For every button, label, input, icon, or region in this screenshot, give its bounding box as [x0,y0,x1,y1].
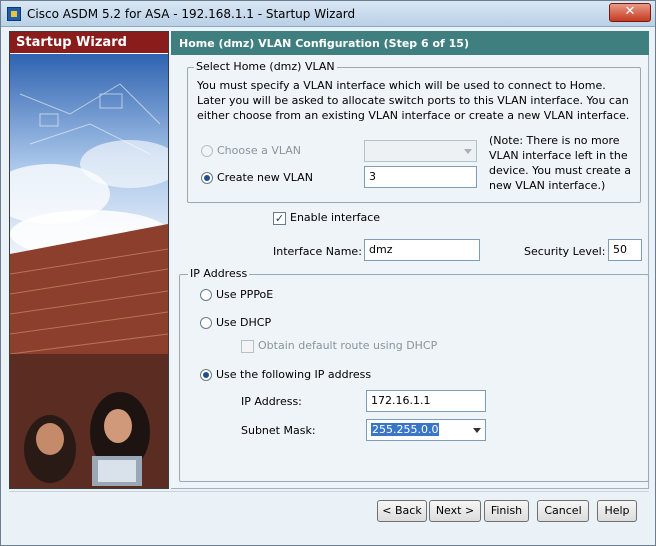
chevron-down-icon [464,149,472,154]
dhcp-route-checkbox[interactable] [241,340,254,353]
ip-address-legend: IP Address [188,267,250,280]
enable-interface-label: Enable interface [290,211,381,224]
next-button[interactable]: Next > [429,500,481,522]
asdm-app-icon [7,7,21,21]
create-vlan-label: Create new VLAN [217,171,313,184]
vlan-description: You must specify a VLAN interface which … [197,79,630,122]
new-vlan-input[interactable]: 3 [364,166,477,188]
help-button[interactable]: Help [597,500,637,522]
subnet-mask-combo[interactable]: 255.255.0.0 [366,419,486,441]
choose-vlan-radio[interactable] [201,145,213,157]
choose-vlan-label: Choose a VLAN [217,144,302,157]
close-button[interactable]: ✕ [609,3,651,22]
vlan-note: (Note: There is no more VLAN interface l… [489,134,631,192]
wizard-window: Cisco ASDM 5.2 for ASA - 192.168.1.1 - S… [0,0,656,546]
title-bar[interactable]: Cisco ASDM 5.2 for ASA - 192.168.1.1 - S… [1,1,655,27]
wizard-sidebar: Startup Wizard [9,31,169,489]
window-title: Cisco ASDM 5.2 for ASA - 192.168.1.1 - S… [27,7,356,21]
dhcp-route-label: Obtain default route using DHCP [258,339,438,352]
sidebar-header: Startup Wizard [10,32,168,54]
use-dhcp-label: Use DHCP [216,316,272,329]
subnet-mask-value: 255.255.0.0 [371,423,440,436]
chevron-down-icon [473,428,481,433]
select-vlan-legend: Select Home (dmz) VLAN [194,60,337,73]
use-static-ip-radio[interactable] [200,369,212,381]
use-pppoe-label: Use PPPoE [216,288,274,301]
step-header: Home (dmz) VLAN Configuration (Step 6 of… [171,31,649,55]
interface-name-input[interactable]: dmz [364,239,480,261]
back-button[interactable]: < Back [377,500,427,522]
subnet-mask-label: Subnet Mask: [241,424,316,437]
ip-address-label: IP Address: [241,395,302,408]
use-pppoe-radio[interactable] [200,289,212,301]
enable-interface-checkbox[interactable]: ✓ [273,212,286,225]
choose-vlan-combo[interactable] [364,140,477,162]
security-level-label: Security Level: [524,245,606,258]
footer-divider [9,491,649,492]
cancel-button[interactable]: Cancel [537,500,589,522]
ip-address-input[interactable]: 172.16.1.1 [366,390,486,412]
interface-name-label: Interface Name: [273,245,362,258]
use-dhcp-radio[interactable] [200,317,212,329]
create-vlan-radio[interactable] [201,172,213,184]
finish-button[interactable]: Finish [484,500,529,522]
use-static-ip-label: Use the following IP address [216,368,372,381]
security-level-input[interactable]: 50 [608,239,642,261]
sidebar-illustration [10,54,168,488]
